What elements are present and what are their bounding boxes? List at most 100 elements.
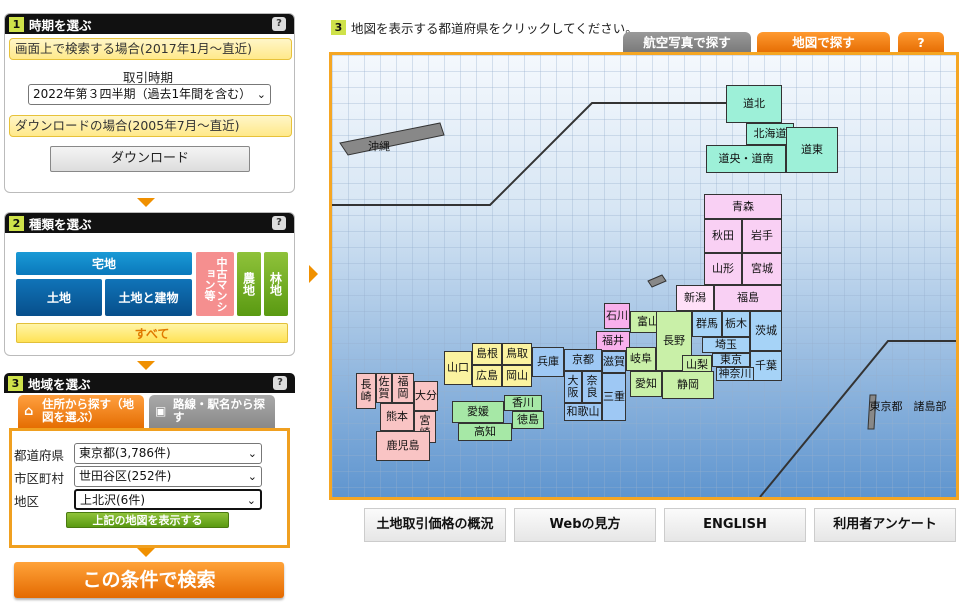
- pref-hiroshima[interactable]: 広島: [472, 365, 502, 387]
- pref-aomori[interactable]: 青森: [704, 194, 782, 219]
- pref-niigata[interactable]: 新潟: [676, 285, 714, 311]
- address-form: 都道府県 東京都(3,786件) ⌄ 市区町村 世田谷区(252件) ⌄ 地区 …: [9, 428, 290, 548]
- pref-kumamoto[interactable]: 熊本: [380, 403, 414, 431]
- screen-search-label: 画面上で検索する場合(2017年1月～直近): [9, 38, 292, 60]
- pref-ehime[interactable]: 愛媛: [452, 401, 504, 423]
- home-icon: ⌂: [24, 404, 34, 419]
- pref-kagawa[interactable]: 香川: [504, 395, 542, 411]
- pref-fukui[interactable]: 福井: [596, 331, 630, 351]
- all-types-button[interactable]: すべて: [16, 323, 288, 343]
- pref-hokkaido-east[interactable]: 道東: [786, 127, 838, 173]
- show-map-button[interactable]: 上記の地図を表示する: [66, 512, 229, 528]
- map-step-number: 3: [331, 20, 346, 35]
- pref-kagoshima[interactable]: 鹿児島: [376, 431, 430, 461]
- tab-address-search[interactable]: ⌂ 住所から探す（地図を選ぶ）: [18, 395, 144, 429]
- city-value: 世田谷区(252件): [79, 469, 172, 483]
- chevron-down-icon: ⌄: [247, 470, 257, 483]
- tab-map[interactable]: 地図で探す: [757, 32, 890, 54]
- step2-header: 2 種類を選ぶ ?: [5, 213, 294, 233]
- pref-shizuoka[interactable]: 静岡: [662, 371, 714, 399]
- map-instruction-text: 地図を表示する都道府県をクリックしてください。: [351, 21, 638, 36]
- pref-tokyo[interactable]: 東京: [712, 353, 750, 367]
- train-icon: ▣: [155, 404, 167, 418]
- search-button[interactable]: この条件で検索: [14, 562, 284, 598]
- pref-hokkaido-central[interactable]: 道央・道南: [706, 145, 786, 173]
- takuchi-button[interactable]: 宅地: [16, 252, 192, 275]
- pref-kyoto[interactable]: 京都: [564, 349, 602, 371]
- pref-miyagi[interactable]: 宮城: [742, 253, 782, 285]
- pref-shimane[interactable]: 島根: [472, 343, 502, 365]
- step1-number: 1: [9, 16, 24, 32]
- pref-kanagawa[interactable]: 神奈川: [716, 367, 754, 381]
- pref-yamagata[interactable]: 山形: [704, 253, 742, 285]
- chevron-down-icon: ⌄: [247, 447, 257, 460]
- download-button[interactable]: ダウンロード: [50, 146, 250, 172]
- chevron-down-icon: ⌄: [256, 88, 266, 101]
- pref-ibaraki[interactable]: 茨城: [750, 311, 782, 351]
- pref-value: 東京都(3,786件): [79, 446, 171, 460]
- pref-chiba[interactable]: 千葉: [750, 351, 782, 381]
- tokyo-islands-label[interactable]: 東京都 諸島部: [862, 399, 954, 415]
- pref-nara[interactable]: 奈良: [582, 371, 602, 403]
- pref-gunma[interactable]: 群馬: [692, 311, 722, 337]
- pref-gifu[interactable]: 岐阜: [626, 347, 656, 371]
- pref-wakayama[interactable]: 和歌山: [564, 403, 602, 421]
- survey-button[interactable]: 利用者アンケート: [814, 508, 956, 542]
- pref-mie[interactable]: 三重: [602, 373, 626, 421]
- area-select[interactable]: 上北沢(6件) ⌄: [74, 489, 262, 510]
- tochi-tatemono-button[interactable]: 土地と建物: [105, 279, 192, 316]
- help-icon[interactable]: ?: [272, 216, 286, 230]
- pref-kochi[interactable]: 高知: [458, 423, 512, 441]
- tab-station-search[interactable]: ▣ 路線・駅名から探す: [149, 395, 275, 429]
- step2-number: 2: [9, 215, 24, 231]
- step2-panel: 2 種類を選ぶ ? 宅地 土地 土地と建物 中古マンション等 農地 林地 すべて: [4, 212, 295, 356]
- map-instruction: 3 地図を表示する都道府県をクリックしてください。: [331, 18, 638, 37]
- howto-button[interactable]: Webの見方: [514, 508, 656, 542]
- pref-akita[interactable]: 秋田: [704, 219, 742, 253]
- pref-tottori[interactable]: 鳥取: [502, 343, 532, 365]
- pref-nagasaki[interactable]: 長崎: [356, 373, 376, 409]
- pref-fukushima[interactable]: 福島: [714, 285, 782, 311]
- japan-map: 沖縄 東京都 諸島部 道北 北海道 道央・道南 道東 青森 秋田 岩手 山形 宮…: [329, 52, 959, 500]
- pref-tochigi[interactable]: 栃木: [722, 311, 750, 337]
- okinawa-label[interactable]: 沖縄: [364, 139, 394, 155]
- step1-panel: 1 時期を選ぶ ? 画面上で検索する場合(2017年1月～直近) 取引時期 20…: [4, 13, 295, 193]
- pref-select[interactable]: 東京都(3,786件) ⌄: [74, 443, 262, 464]
- period-select[interactable]: 2022年第３四半期（過去1年間を含む） ⌄: [28, 84, 271, 105]
- pref-hyogo[interactable]: 兵庫: [532, 347, 564, 377]
- area-value: 上北沢(6件): [80, 493, 145, 507]
- down-arrow-icon: [137, 361, 155, 370]
- mansion-button[interactable]: 中古マンション等: [196, 252, 234, 316]
- download-range-label: ダウンロードの場合(2005年7月～直近): [9, 115, 292, 137]
- pref-fukuoka[interactable]: 福岡: [392, 373, 414, 403]
- pref-shiga[interactable]: 滋賀: [602, 351, 626, 373]
- tab-aerial-photo[interactable]: 航空写真で探す: [623, 32, 751, 54]
- map-help-icon[interactable]: ?: [898, 32, 944, 54]
- pref-iwate[interactable]: 岩手: [742, 219, 782, 253]
- pref-ishikawa[interactable]: 石川: [604, 303, 630, 329]
- overview-button[interactable]: 土地取引価格の概況: [364, 508, 506, 542]
- down-arrow-icon: [137, 548, 155, 557]
- english-button[interactable]: ENGLISH: [664, 508, 806, 542]
- rinchi-button[interactable]: 林地: [264, 252, 288, 316]
- period-value: 2022年第３四半期（過去1年間を含む）: [33, 87, 252, 101]
- pref-saitama[interactable]: 埼玉: [702, 337, 750, 353]
- pref-hokkaido-north[interactable]: 道北: [726, 85, 782, 123]
- tochi-button[interactable]: 土地: [16, 279, 102, 316]
- chevron-down-icon: ⌄: [246, 494, 256, 507]
- area-label: 地区: [14, 494, 40, 509]
- pref-osaka[interactable]: 大阪: [564, 371, 582, 403]
- help-icon[interactable]: ?: [273, 376, 287, 390]
- pref-label: 都道府県: [14, 448, 65, 463]
- pref-aichi[interactable]: 愛知: [630, 371, 662, 397]
- pref-yamaguchi[interactable]: 山口: [444, 351, 472, 385]
- pref-tokushima[interactable]: 徳島: [512, 411, 544, 429]
- pref-saga[interactable]: 佐賀: [376, 373, 392, 403]
- pref-okayama[interactable]: 岡山: [502, 365, 532, 387]
- city-select[interactable]: 世田谷区(252件) ⌄: [74, 466, 262, 487]
- city-label: 市区町村: [14, 471, 65, 486]
- help-icon[interactable]: ?: [272, 17, 286, 31]
- pref-oita[interactable]: 大分: [414, 381, 438, 411]
- nouchi-button[interactable]: 農地: [237, 252, 261, 316]
- step3-header: 3 地域を選ぶ ?: [4, 373, 295, 393]
